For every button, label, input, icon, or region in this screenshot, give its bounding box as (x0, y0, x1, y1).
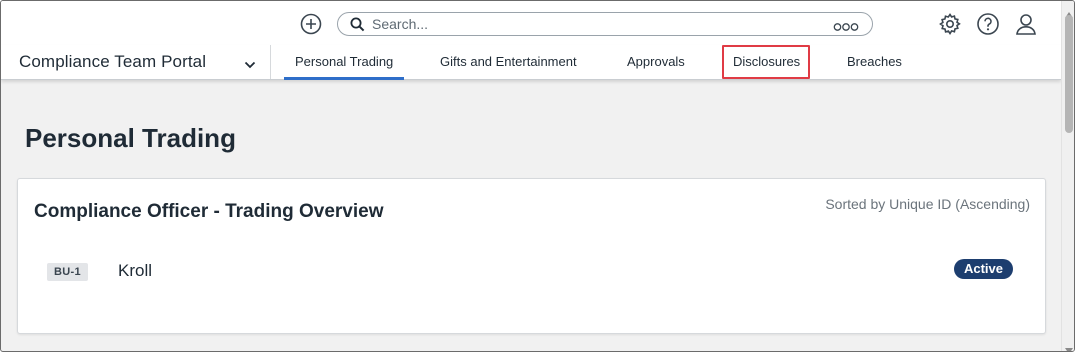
search-input[interactable] (372, 15, 812, 33)
sort-note[interactable]: Sorted by Unique ID (Ascending) (825, 196, 1030, 212)
card-title: Compliance Officer - Trading Overview (34, 201, 384, 222)
user-icon[interactable] (1014, 12, 1038, 36)
top-bar (1, 1, 1061, 45)
page-title: Personal Trading (25, 123, 236, 153)
chevron-down-icon (244, 57, 256, 69)
more-icon[interactable] (833, 19, 859, 31)
help-icon[interactable] (976, 12, 1000, 36)
tab-approvals[interactable]: Approvals (627, 45, 685, 79)
settings-icon[interactable] (938, 12, 962, 36)
disclosures-highlight-box (722, 45, 810, 79)
scroll-down-arrow-icon[interactable] (1065, 341, 1073, 351)
trading-overview-card: Compliance Officer - Trading Overview So… (17, 178, 1046, 334)
unique-id-badge: BU-1 (47, 263, 88, 281)
tab-breaches[interactable]: Breaches (847, 45, 902, 79)
portal-selector[interactable]: Compliance Team Portal (1, 45, 271, 79)
scrollbar-thumb[interactable] (1065, 15, 1073, 133)
app-window: Compliance Team Portal Personal Trading … (0, 0, 1075, 352)
search-bar (337, 12, 873, 36)
portal-name: Compliance Team Portal (19, 52, 207, 71)
vertical-scrollbar[interactable] (1061, 1, 1074, 351)
add-circle-icon[interactable] (300, 13, 322, 35)
status-badge: Active (953, 259, 1013, 279)
search-icon (350, 17, 365, 32)
list-item[interactable]: BU-1 Kroll Active (18, 251, 1045, 291)
tab-gifts-and-entertainment[interactable]: Gifts and Entertainment (440, 45, 577, 79)
scroll-up-arrow-icon[interactable] (1065, 5, 1073, 18)
tab-personal-trading[interactable]: Personal Trading (283, 45, 405, 80)
nav-bar: Compliance Team Portal Personal Trading … (1, 45, 1061, 80)
row-name[interactable]: Kroll (118, 261, 152, 281)
